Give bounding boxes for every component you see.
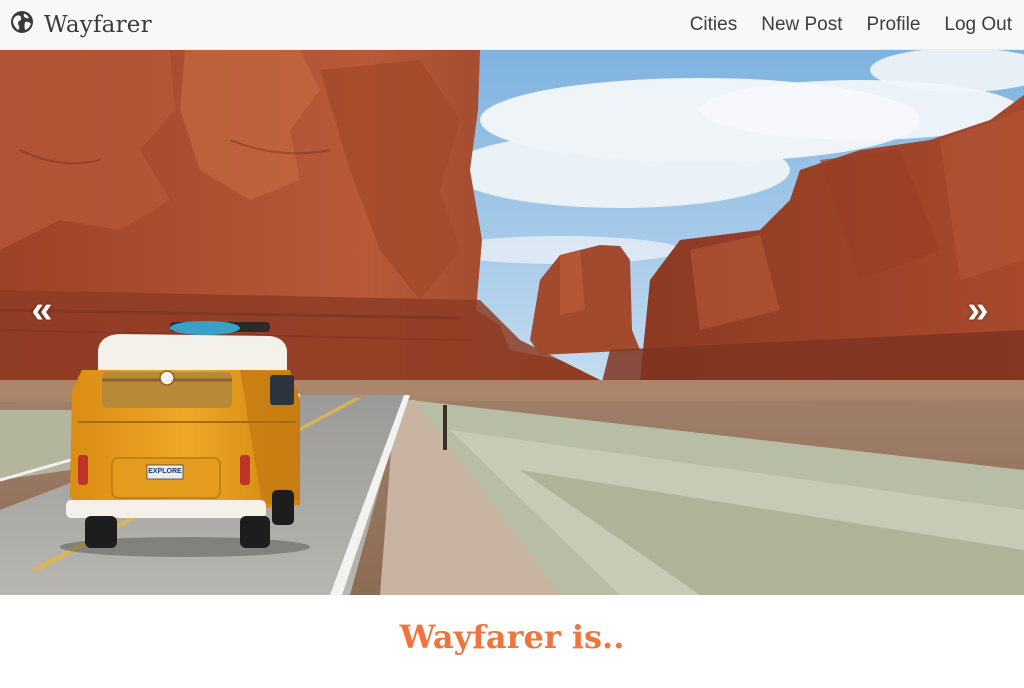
brand-name: Wayfarer bbox=[44, 11, 152, 38]
globe-icon bbox=[10, 10, 34, 39]
carousel-prev-button[interactable]: « bbox=[22, 290, 62, 330]
nav-link-log-out[interactable]: Log Out bbox=[944, 14, 1012, 36]
nav-links: Cities New Post Profile Log Out bbox=[690, 14, 1012, 36]
double-chevron-left-icon: « bbox=[31, 289, 53, 331]
hero-carousel: « » EXPLORE bbox=[0, 50, 1024, 595]
double-chevron-right-icon: » bbox=[967, 289, 989, 331]
nav-link-cities[interactable]: Cities bbox=[690, 14, 738, 36]
carousel-next-button[interactable]: » bbox=[958, 290, 998, 330]
navbar: Wayfarer Cities New Post Profile Log Out bbox=[0, 0, 1024, 50]
carousel-image bbox=[0, 50, 1024, 595]
van-license-plate: EXPLORE bbox=[148, 468, 182, 475]
nav-link-profile[interactable]: Profile bbox=[867, 14, 921, 36]
brand-link[interactable]: Wayfarer bbox=[10, 10, 152, 39]
nav-link-new-post[interactable]: New Post bbox=[761, 14, 842, 36]
tagline-heading: Wayfarer is.. bbox=[399, 618, 625, 656]
